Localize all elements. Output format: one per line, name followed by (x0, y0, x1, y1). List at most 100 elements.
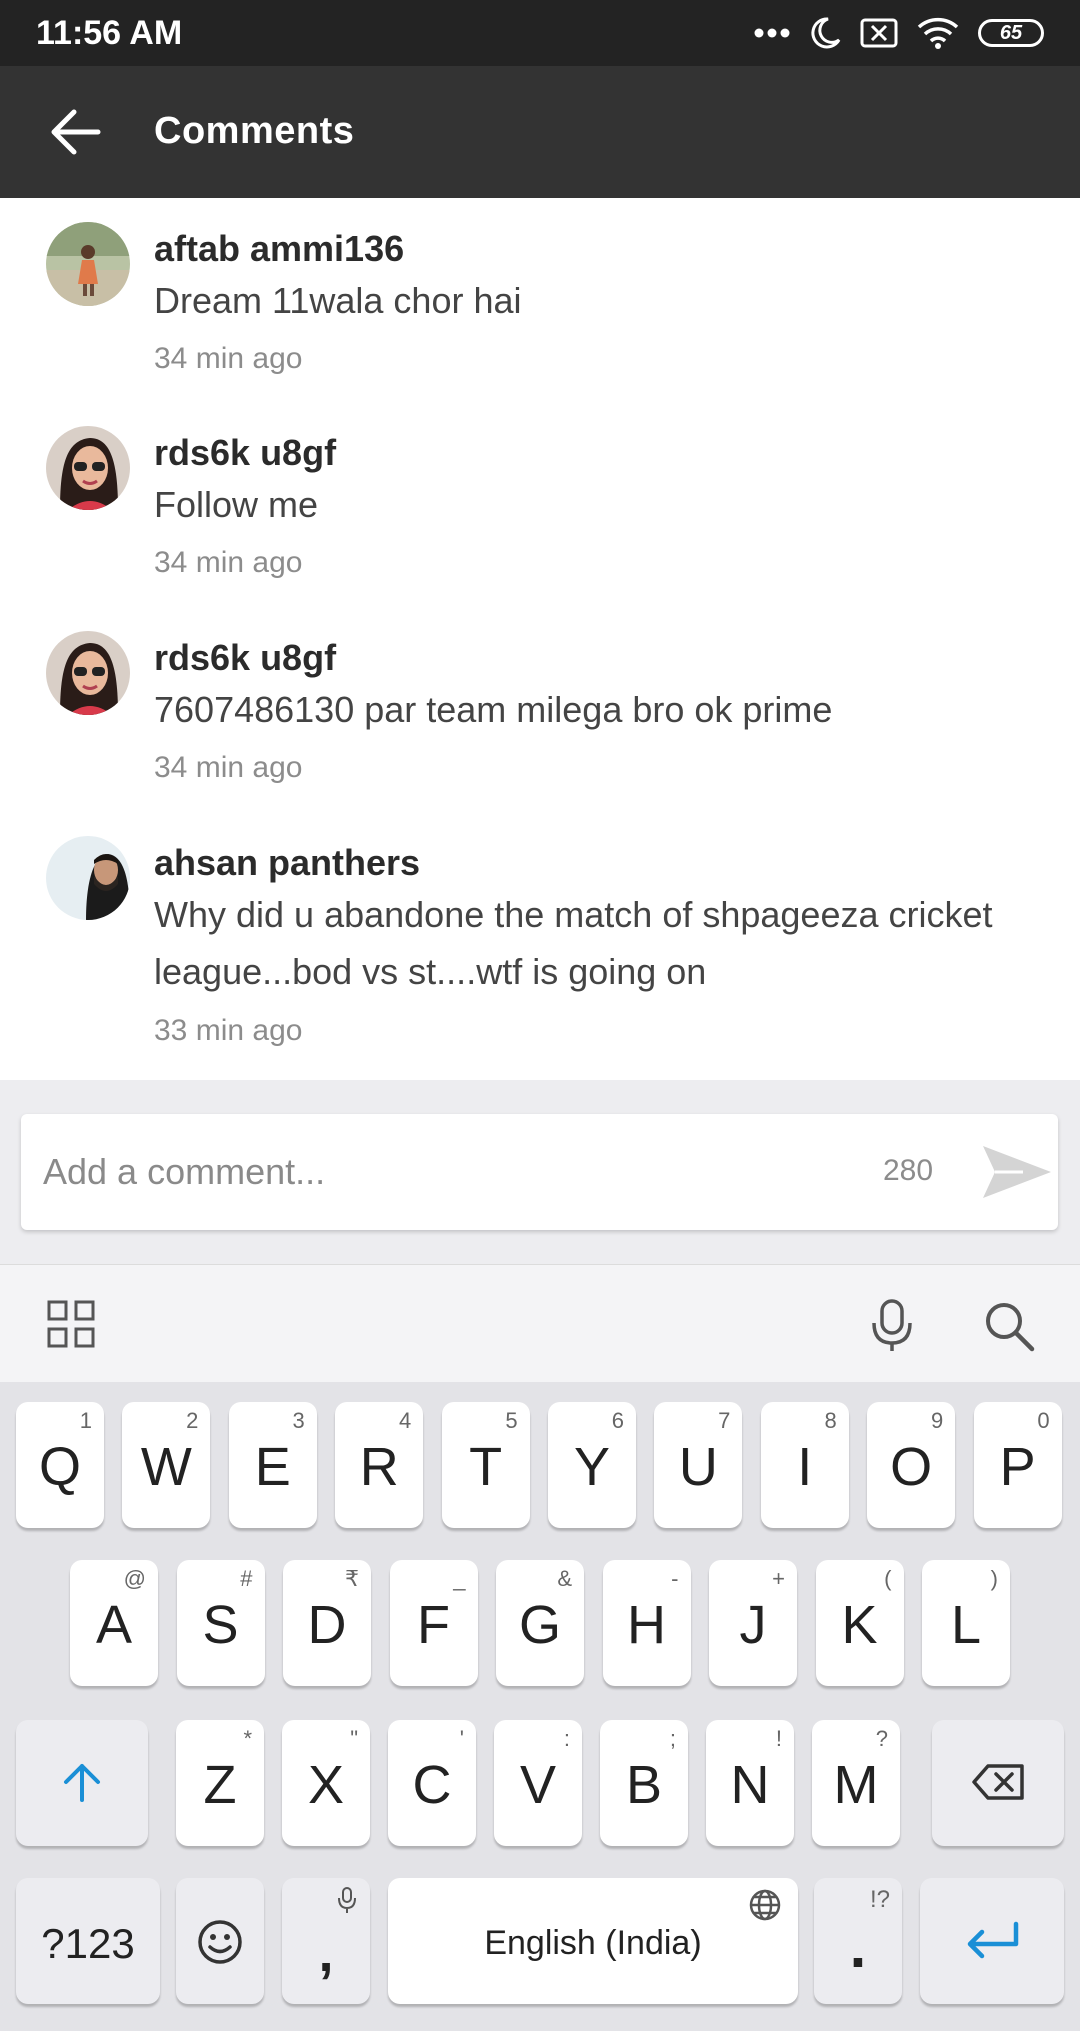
key-sub-label: ) (990, 1566, 998, 1591)
search-icon (986, 1303, 1035, 1352)
comment-item: rds6k u8gf Follow me 34 min ago (0, 402, 1080, 607)
comment-text: Follow me (154, 484, 319, 525)
comment-time: 33 min ago (154, 1014, 303, 1047)
key-sub-label: ! (775, 1726, 782, 1751)
key-label: P (999, 1437, 1036, 1497)
key-sub-label: ; (669, 1726, 676, 1751)
key-label: H (627, 1595, 666, 1655)
key-h[interactable]: -H (602, 1560, 691, 1686)
comment-author[interactable]: rds6k u8gf (154, 432, 336, 474)
avatar-photo (46, 836, 130, 920)
key-i[interactable]: 8I (760, 1402, 849, 1528)
key-r[interactable]: 4R (335, 1402, 424, 1528)
key-g[interactable]: & G (496, 1560, 584, 1686)
key-label: C (412, 1755, 452, 1815)
comment-author[interactable]: rds6k u8gf (154, 637, 336, 679)
key-label: V (519, 1755, 557, 1815)
wifi-icon (917, 17, 959, 49)
avatar[interactable] (46, 631, 130, 715)
mic-small-icon (338, 1887, 356, 1913)
period-key[interactable]: !? . (814, 1878, 902, 2004)
key-e[interactable]: 3E (228, 1402, 317, 1528)
key-f[interactable]: _ F (389, 1560, 478, 1686)
comment-author[interactable]: ahsan panthers (154, 842, 420, 884)
comma-key[interactable]: , (282, 1878, 370, 2004)
key-label: U (678, 1437, 718, 1497)
key-label: K (841, 1595, 878, 1655)
comma-key-label: , (318, 1923, 334, 1983)
key-label: T (469, 1437, 503, 1497)
comment-item: ahsan panthers Why did u abandone the ma… (0, 812, 1080, 1080)
comment-time: 34 min ago (154, 546, 303, 579)
key-sub-label: 4 (398, 1408, 412, 1433)
key-t[interactable]: 5T (441, 1402, 530, 1528)
avatar[interactable] (46, 836, 130, 920)
key-sub-label: 1 (79, 1408, 92, 1433)
avatar[interactable] (46, 426, 130, 510)
key-l[interactable]: ) L (922, 1560, 1010, 1686)
voice-input-button[interactable] (868, 1297, 916, 1358)
key-j[interactable]: + J (709, 1560, 797, 1686)
key-s[interactable]: # S (176, 1560, 265, 1686)
battery-icon: 65 (978, 19, 1044, 47)
key-label: D (307, 1595, 347, 1655)
backspace-key[interactable] (932, 1720, 1064, 1846)
key-o[interactable]: 9O (867, 1402, 956, 1528)
key-d[interactable]: ₹ D (283, 1560, 371, 1686)
space-key[interactable]: English (India) (388, 1878, 798, 2004)
key-sub-label: ' (459, 1726, 464, 1751)
key-k[interactable]: (K (815, 1560, 904, 1686)
shift-key[interactable] (16, 1720, 148, 1846)
enter-arrow-icon (967, 1921, 1019, 1959)
key-label: L (950, 1595, 982, 1655)
key-y[interactable]: 6Y (548, 1402, 636, 1528)
key-label: W (140, 1437, 192, 1497)
send-button[interactable] (979, 1142, 1055, 1202)
avatar-photo (46, 631, 130, 715)
send-icon (983, 1146, 1051, 1198)
key-sub-label: ( (884, 1566, 892, 1591)
key-c[interactable]: ' C (388, 1720, 476, 1846)
status-bar: 11:56 AM 65 (0, 0, 1080, 66)
comment-text: 7607486130 par team milega bro ok prime (154, 689, 833, 730)
status-time: 11:56 AM (36, 14, 183, 52)
avatar[interactable] (46, 222, 130, 306)
key-sub-label: & (557, 1566, 572, 1591)
keyboard-menu-button[interactable] (46, 1299, 96, 1354)
key-v[interactable]: :V (494, 1720, 582, 1846)
keyboard-search-button[interactable] (982, 1299, 1036, 1358)
key-z[interactable]: * Z (176, 1720, 264, 1846)
comment-time: 34 min ago (154, 751, 303, 784)
key-n[interactable]: ! N (706, 1720, 794, 1846)
key-sub-label: 7 (718, 1408, 731, 1433)
key-p[interactable]: 0P (973, 1402, 1062, 1528)
key-sub-label: ₹ (345, 1566, 359, 1591)
comment-text: Dream 11wala chor hai (154, 280, 522, 321)
emoji-key[interactable] (176, 1878, 264, 2004)
char-counter: 280 (883, 1154, 934, 1187)
period-key-sub: !? (869, 1886, 890, 1913)
globe-icon (749, 1889, 781, 1921)
comment-author[interactable]: aftab ammi136 (154, 228, 404, 270)
key-sub-label: 8 (824, 1408, 837, 1433)
keyboard: ?123 , English (India) !? . 1Q2W3E4R5T6Y… (0, 1382, 1080, 2031)
key-q[interactable]: 1Q (16, 1402, 104, 1528)
keyboard-toolbar (0, 1264, 1080, 1382)
key-a[interactable]: @ A (70, 1560, 158, 1686)
comment-item: aftab ammi136 Dream 11wala chor hai 34 m… (0, 198, 1080, 402)
comment-input[interactable] (43, 1142, 863, 1202)
back-arrow-icon (51, 109, 101, 155)
key-x[interactable]: " X (282, 1720, 370, 1846)
battery-level: 65 (999, 21, 1023, 44)
symbols-key[interactable]: ?123 (16, 1878, 160, 2004)
key-u[interactable]: 7U (654, 1402, 743, 1528)
period-key-label: . (849, 1913, 867, 1980)
key-m[interactable]: ? M (812, 1720, 900, 1846)
key-w[interactable]: 2W (122, 1402, 211, 1528)
back-button[interactable] (48, 104, 104, 160)
enter-key[interactable] (920, 1878, 1064, 2004)
key-label: X (307, 1755, 345, 1815)
key-sub-label: ? (875, 1726, 888, 1751)
key-label: G (518, 1595, 561, 1655)
key-b[interactable]: ; B (600, 1720, 688, 1846)
